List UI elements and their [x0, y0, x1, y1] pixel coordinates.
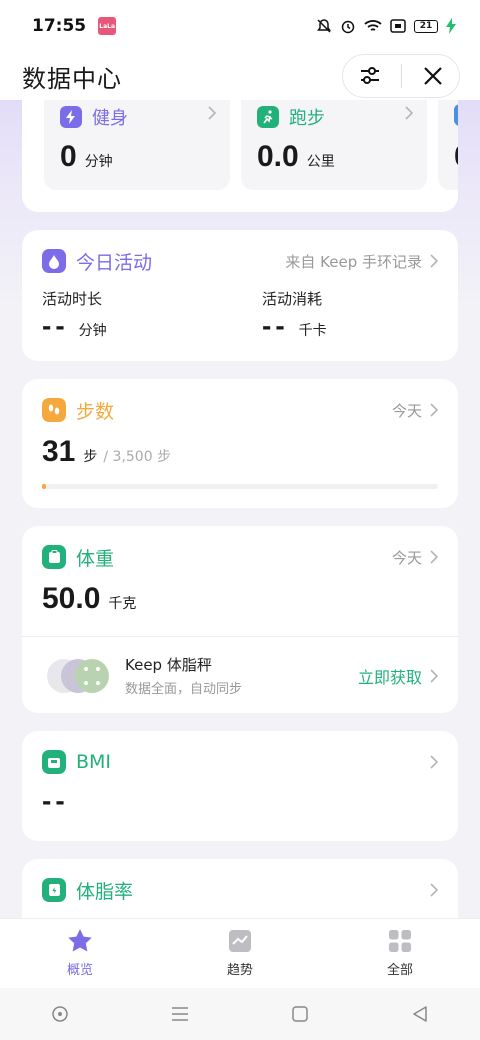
sport-value-clipped: 0 [454, 140, 458, 174]
sport-tile-fitness[interactable]: 健身 0 分钟 [44, 100, 230, 190]
wifi-icon [364, 20, 382, 31]
bmi-value: -- [42, 785, 69, 816]
grid-icon [389, 930, 411, 952]
activity-card[interactable]: 今日活动 来自 Keep 手环记录 活动时长 -- 分钟 活动消耗 -- 千卡 [22, 230, 458, 361]
page-title: 数据中心 [22, 64, 122, 93]
charging-icon [446, 18, 456, 34]
footprint-icon [42, 398, 66, 422]
sport-label: 跑步 [289, 108, 325, 129]
bottom-nav: 概览 趋势 全部 [0, 918, 480, 988]
steps-goal: / 3,500 步 [103, 449, 172, 465]
header-actions [342, 54, 460, 98]
chevron-right-icon [430, 254, 438, 268]
scale-icon [42, 750, 66, 774]
clipboard-icon [42, 545, 66, 569]
sport-label: 健身 [92, 108, 128, 129]
trend-icon [229, 930, 251, 952]
weight-card[interactable]: 体重 今天 50.0 千克 Keep 体脂秤 数据全面，自动同步 立即获取 [22, 526, 458, 713]
app-badge-icon: LaLa [98, 17, 117, 35]
calories-unit: 千卡 [298, 323, 327, 339]
sport-tile-running[interactable]: 跑步 0.0 公里 [241, 100, 427, 190]
get-now-button[interactable]: 立即获取 [358, 664, 438, 688]
promo-subtitle: 数据全面，自动同步 [125, 682, 243, 697]
bmi-card[interactable]: BMI -- [22, 731, 458, 841]
sport-value: 0 [60, 140, 77, 173]
body-scale-image [47, 659, 109, 693]
steps-progress-fill [42, 484, 46, 489]
calories-value: -- [262, 310, 289, 341]
sport-value: 0.0 [257, 140, 299, 173]
calories-label: 活动消耗 [262, 290, 323, 308]
chevron-right-icon [430, 403, 438, 417]
chevron-right-icon [405, 106, 413, 120]
sliders-icon [360, 67, 379, 84]
body-fat-title: 体脂率 [76, 880, 134, 903]
steps-period: 今天 [391, 401, 422, 420]
duration-unit: 分钟 [78, 323, 107, 339]
chevron-right-icon [430, 550, 438, 564]
header: 数据中心 [0, 52, 480, 100]
cycling-icon [454, 104, 458, 126]
tab-label: 全部 [386, 963, 413, 978]
system-nav-bar [0, 988, 480, 1040]
sport-unit: 分钟 [84, 154, 113, 170]
chevron-right-icon [430, 755, 438, 769]
weight-unit: 千克 [108, 596, 137, 612]
status-time: 17:55 [32, 16, 87, 36]
close-button[interactable] [411, 54, 455, 98]
status-icons: 21 [316, 18, 456, 34]
steps-unit: 步 [83, 449, 98, 465]
header-divider [400, 64, 402, 88]
sport-tile-more[interactable]: 0 [438, 100, 458, 190]
get-now-label: 立即获取 [357, 668, 422, 687]
weight-period: 今天 [391, 548, 422, 567]
steps-card[interactable]: 步数 今天 31 步 / 3,500 步 [22, 379, 458, 508]
body-fat-icon [42, 878, 66, 902]
steps-title: 步数 [76, 400, 115, 423]
assistant-icon[interactable] [50, 1004, 70, 1024]
star-icon [68, 929, 92, 952]
chevron-right-icon [430, 669, 438, 683]
drop-icon [42, 249, 66, 273]
home-icon[interactable] [290, 1004, 310, 1024]
status-bar: 17:55 LaLa 21 [0, 0, 480, 52]
promo-title: Keep 体脂秤 [125, 656, 212, 674]
weight-title: 体重 [76, 547, 115, 570]
running-icon [257, 106, 279, 128]
filter-button[interactable] [348, 54, 392, 98]
sim-icon [390, 19, 406, 33]
tab-label: 概览 [66, 963, 93, 978]
duration-value: -- [42, 310, 69, 341]
tab-label: 趋势 [226, 963, 253, 978]
tab-overview[interactable]: 概览 [0, 919, 160, 988]
battery-icon: 21 [414, 19, 438, 33]
menu-icon[interactable] [170, 1004, 190, 1024]
steps-value: 31 [42, 435, 76, 468]
sports-card: 健身 0 分钟 跑步 0.0 公里 0 [22, 100, 458, 212]
chevron-right-icon [430, 883, 438, 897]
back-icon[interactable] [410, 1004, 430, 1024]
steps-progress [42, 484, 438, 489]
tab-all[interactable]: 全部 [320, 919, 480, 988]
bmi-title: BMI [76, 751, 112, 773]
chevron-right-icon [208, 106, 216, 120]
weight-divider [22, 636, 458, 637]
activity-title: 今日活动 [76, 251, 153, 274]
sport-unit: 公里 [306, 154, 335, 170]
mute-icon [317, 19, 331, 33]
activity-source: 来自 Keep 手环记录 [285, 252, 422, 271]
lightning-icon [60, 106, 82, 128]
weight-value: 50.0 [42, 582, 101, 615]
tab-trends[interactable]: 趋势 [160, 919, 320, 988]
duration-label: 活动时长 [42, 290, 103, 308]
alarm-icon [341, 20, 355, 34]
close-icon [423, 67, 442, 85]
